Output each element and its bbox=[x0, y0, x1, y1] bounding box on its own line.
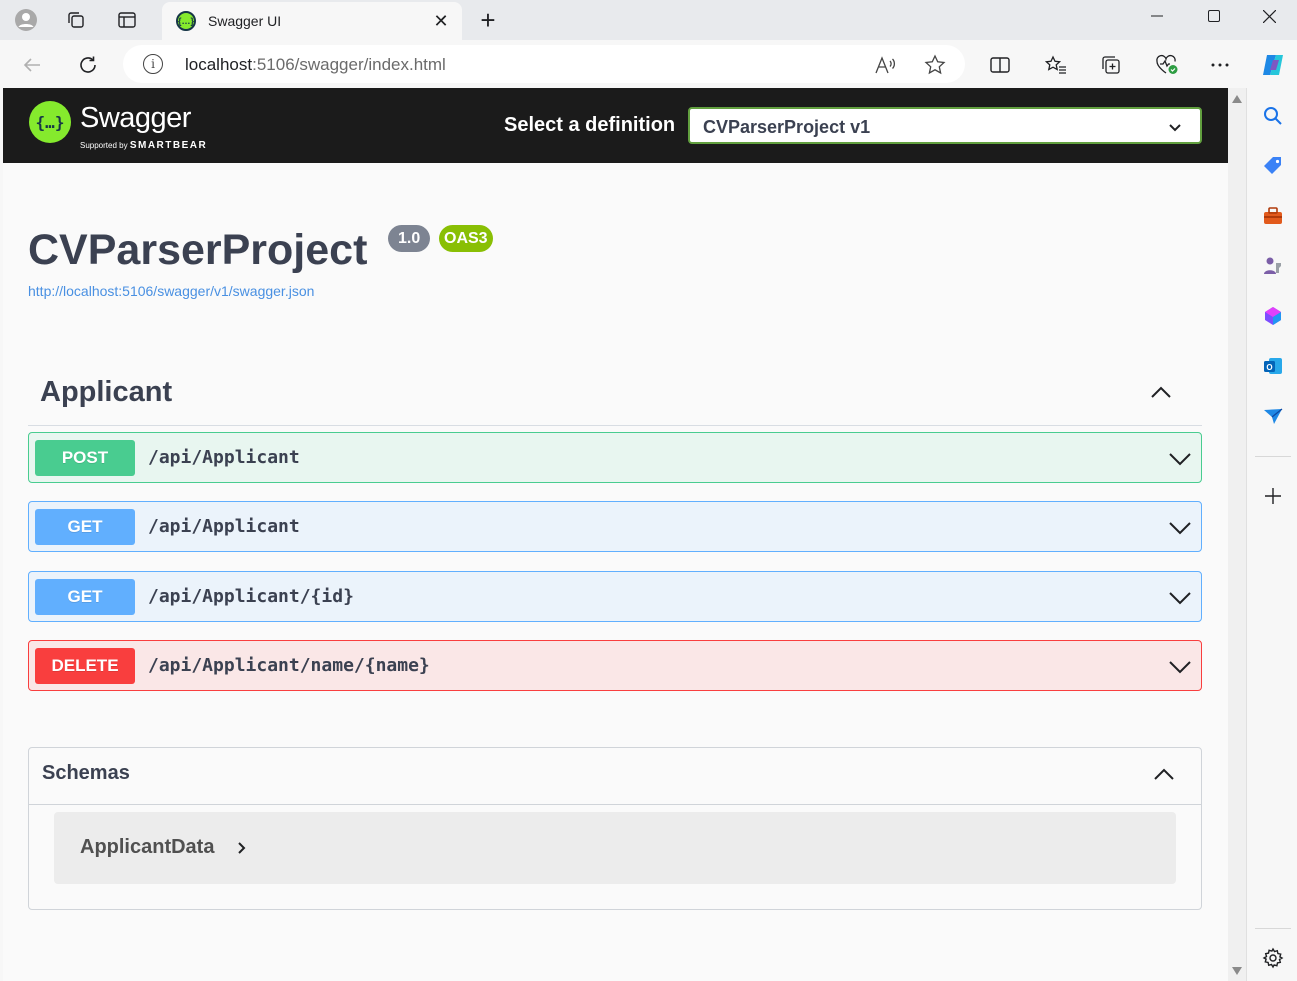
tools-icon[interactable] bbox=[1261, 204, 1285, 228]
select-definition-label: Select a definition bbox=[504, 114, 676, 136]
definition-select-value: CVParserProject v1 bbox=[703, 117, 871, 137]
games-icon[interactable] bbox=[1261, 254, 1285, 278]
page-scrollbar[interactable] bbox=[1228, 88, 1246, 981]
operation-get-applicant[interactable]: GET /api/Applicant bbox=[28, 501, 1202, 552]
operation-delete-applicant-by-name[interactable]: DELETE /api/Applicant/name/{name} bbox=[28, 640, 1202, 691]
read-aloud-icon[interactable] bbox=[873, 53, 897, 77]
collections-icon[interactable] bbox=[1096, 50, 1126, 80]
swagger-brand[interactable]: Swagger bbox=[80, 102, 191, 135]
swagger-logo-icon[interactable]: {…} bbox=[29, 101, 71, 143]
back-arrow-icon[interactable] bbox=[17, 50, 47, 80]
schemas-title: Schemas bbox=[42, 762, 130, 784]
workspaces-icon[interactable] bbox=[62, 6, 90, 34]
chevron-up-icon[interactable] bbox=[1148, 380, 1174, 406]
browser-essentials-icon[interactable] bbox=[1152, 50, 1182, 80]
operation-path: /api/Applicant/name/{name} bbox=[148, 655, 430, 676]
outlook-icon[interactable]: O bbox=[1261, 354, 1285, 378]
chevron-down-icon[interactable] bbox=[1167, 514, 1193, 540]
microsoft-365-icon[interactable] bbox=[1261, 304, 1285, 328]
swagger-topbar: {…} Swagger Supported by SMARTBEAR Selec… bbox=[3, 88, 1228, 163]
method-badge: DELETE bbox=[35, 648, 135, 684]
schema-name: ApplicantData bbox=[80, 836, 215, 858]
oas-badge: OAS3 bbox=[439, 225, 493, 252]
close-window-button[interactable] bbox=[1241, 0, 1297, 32]
chevron-down-icon bbox=[1169, 124, 1181, 132]
swagger-brand-subtitle: Supported by SMARTBEAR bbox=[80, 140, 207, 151]
site-info-icon[interactable]: i bbox=[143, 54, 163, 74]
send-icon[interactable] bbox=[1261, 404, 1285, 428]
profile-icon[interactable] bbox=[12, 6, 40, 34]
method-badge: POST bbox=[35, 440, 135, 476]
spec-url-link[interactable]: http://localhost:5106/swagger/v1/swagger… bbox=[28, 283, 314, 299]
scroll-up-arrow-icon[interactable] bbox=[1232, 95, 1242, 103]
copilot-icon[interactable] bbox=[1258, 50, 1288, 80]
address-bar[interactable]: i localhost:5106/swagger/index.html bbox=[123, 45, 965, 83]
minimize-button[interactable] bbox=[1129, 0, 1185, 32]
operation-get-applicant-by-id[interactable]: GET /api/Applicant/{id} bbox=[28, 571, 1202, 622]
version-badge: 1.0 bbox=[388, 225, 431, 252]
brand-sub-company: SMARTBEAR bbox=[129, 140, 208, 151]
operation-path: /api/Applicant bbox=[148, 516, 300, 537]
scroll-down-arrow-icon[interactable] bbox=[1232, 967, 1242, 975]
tag-section-applicant[interactable]: Applicant bbox=[28, 358, 1202, 426]
add-icon[interactable] bbox=[1261, 484, 1285, 508]
chevron-up-icon[interactable] bbox=[1151, 762, 1177, 788]
sidebar-divider bbox=[1255, 928, 1291, 929]
maximize-button[interactable] bbox=[1186, 0, 1242, 32]
swagger-page: {…} Swagger Supported by SMARTBEAR Selec… bbox=[3, 88, 1228, 981]
more-options-icon[interactable] bbox=[1205, 50, 1235, 80]
search-icon[interactable] bbox=[1261, 104, 1285, 128]
chevron-down-icon[interactable] bbox=[1167, 584, 1193, 610]
method-badge: GET bbox=[35, 509, 135, 545]
schemas-header[interactable]: Schemas bbox=[29, 748, 1201, 805]
operation-post-applicant[interactable]: POST /api/Applicant bbox=[28, 432, 1202, 483]
schemas-section: Schemas ApplicantData bbox=[28, 747, 1202, 910]
method-badge: GET bbox=[35, 579, 135, 615]
tab-swagger-ui[interactable]: {…} Swagger UI ✕ bbox=[162, 2, 462, 40]
favorites-icon[interactable] bbox=[1041, 50, 1071, 80]
tab-actions-icon[interactable] bbox=[113, 6, 141, 34]
swagger-favicon-icon: {…} bbox=[176, 11, 196, 31]
api-title: CVParserProject bbox=[28, 226, 368, 274]
tag-name: Applicant bbox=[40, 376, 173, 408]
new-tab-button[interactable]: + bbox=[474, 5, 502, 35]
shopping-tag-icon[interactable] bbox=[1261, 154, 1285, 178]
browser-toolbar: i localhost:5106/swagger/index.html bbox=[0, 40, 1297, 88]
browser-tab-strip: {…} Swagger UI ✕ + bbox=[0, 0, 1297, 40]
address-url[interactable]: localhost:5106/swagger/index.html bbox=[185, 55, 446, 75]
operation-path: /api/Applicant/{id} bbox=[148, 586, 354, 607]
refresh-icon[interactable] bbox=[73, 50, 103, 80]
brand-sub-prefix: Supported by bbox=[80, 141, 128, 150]
edge-sidebar: O bbox=[1246, 88, 1297, 981]
close-tab-icon[interactable]: ✕ bbox=[430, 10, 452, 32]
split-screen-icon[interactable] bbox=[985, 50, 1015, 80]
sidebar-divider bbox=[1255, 456, 1291, 457]
favorite-star-icon[interactable] bbox=[923, 53, 947, 77]
chevron-down-icon[interactable] bbox=[1167, 653, 1193, 679]
chevron-right-icon[interactable] bbox=[234, 840, 250, 856]
settings-gear-icon[interactable] bbox=[1261, 946, 1285, 970]
definition-select[interactable]: CVParserProject v1 bbox=[688, 107, 1202, 144]
url-host: localhost bbox=[185, 55, 253, 74]
schema-item[interactable]: ApplicantData bbox=[54, 812, 1176, 884]
svg-text:O: O bbox=[1266, 363, 1272, 372]
url-path: :5106/swagger/index.html bbox=[252, 55, 446, 74]
tab-title: Swagger UI bbox=[208, 13, 282, 29]
chevron-down-icon[interactable] bbox=[1167, 445, 1193, 471]
operation-path: /api/Applicant bbox=[148, 447, 300, 468]
